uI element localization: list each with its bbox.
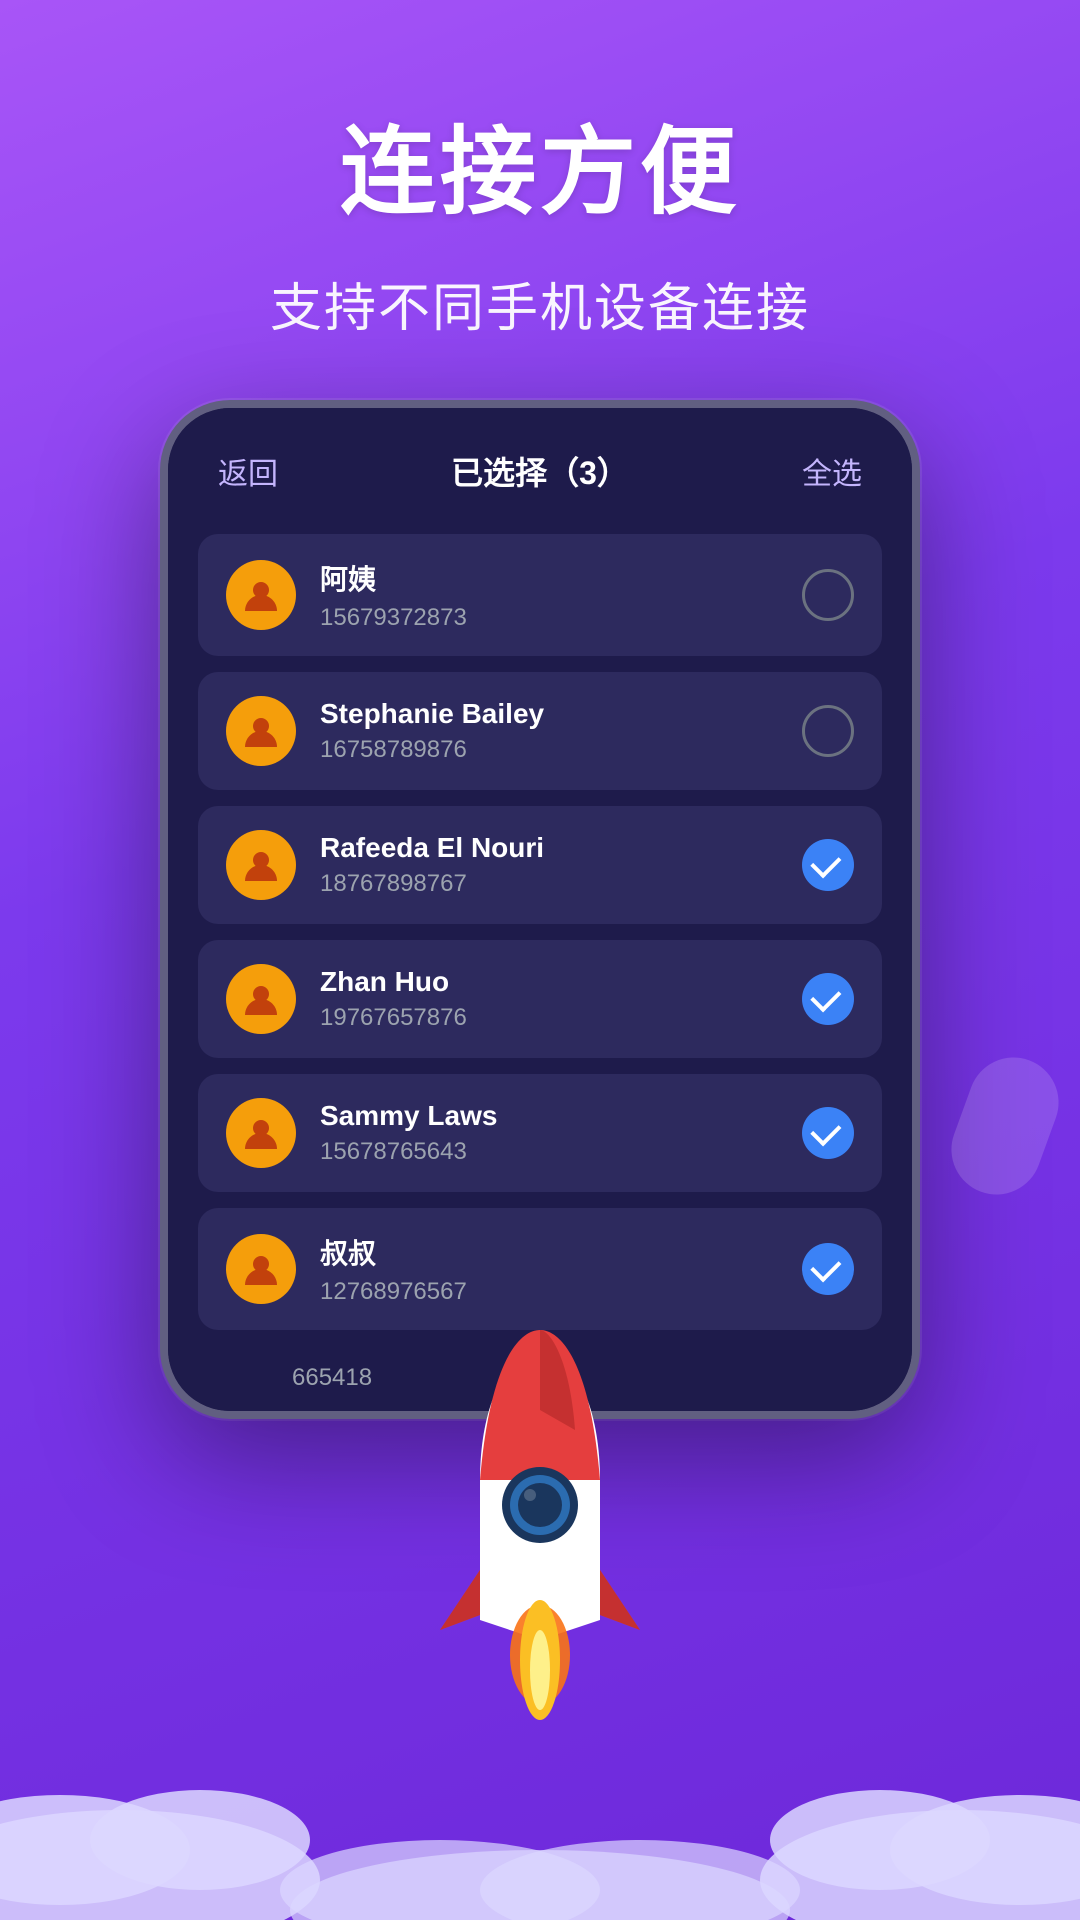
checkbox-unchecked[interactable] [802, 569, 854, 621]
contact-info: Sammy Laws 15678765643 [320, 1100, 778, 1166]
checkbox-checked[interactable] [802, 839, 854, 891]
contact-phone: 19767657876 [320, 1004, 778, 1032]
contact-item[interactable]: Zhan Huo 19767657876 [198, 940, 882, 1058]
checkbox-unchecked[interactable] [802, 705, 854, 757]
contact-info: 阿姨 15679372873 [320, 558, 778, 632]
checkbox-checked[interactable] [802, 1243, 854, 1295]
contact-phone: 18767898767 [320, 870, 778, 898]
partial-avatar-spacer [198, 1360, 268, 1395]
contact-info: Stephanie Bailey 16758789876 [320, 698, 778, 764]
selected-count-title: 已选择（3） [451, 448, 629, 494]
contact-info: Zhan Huo 19767657876 [320, 966, 778, 1032]
decorative-shape [939, 1045, 1071, 1207]
rocket [430, 1320, 650, 1740]
contact-name: 叔叔 [320, 1232, 778, 1272]
avatar [226, 1098, 296, 1168]
contact-list: 阿姨 15679372873 Stephanie Bailey 16758789… [168, 514, 912, 1360]
contact-name: Zhan Huo [320, 966, 778, 998]
avatar [226, 964, 296, 1034]
contact-name: Rafeeda El Nouri [320, 832, 778, 864]
select-all-button[interactable]: 全选 [802, 449, 862, 493]
phone-mockup: 返回 已选择（3） 全选 阿姨 15679372873 [160, 400, 920, 1419]
contact-name: 阿姨 [320, 558, 778, 598]
contact-info: Rafeeda El Nouri 18767898767 [320, 832, 778, 898]
avatar [226, 1234, 296, 1304]
avatar [226, 830, 296, 900]
hero-subtitle: 支持不同手机设备连接 [0, 266, 1080, 341]
contact-item[interactable]: Sammy Laws 15678765643 [198, 1074, 882, 1192]
contact-item[interactable]: Rafeeda El Nouri 18767898767 [198, 806, 882, 924]
hero-section: 连接方便 支持不同手机设备连接 [0, 0, 1080, 401]
contact-info: 叔叔 12768976567 [320, 1232, 778, 1306]
contact-phone: 15679372873 [320, 604, 778, 632]
partial-phone-text: 665418 [292, 1364, 372, 1392]
avatar [226, 696, 296, 766]
phone-header: 返回 已选择（3） 全选 [168, 408, 912, 514]
contact-name: Stephanie Bailey [320, 698, 778, 730]
avatar [226, 560, 296, 630]
checkbox-checked[interactable] [802, 1107, 854, 1159]
contact-phone: 16758789876 [320, 736, 778, 764]
contact-item[interactable]: 阿姨 15679372873 [198, 534, 882, 656]
contact-name: Sammy Laws [320, 1100, 778, 1132]
hero-title: 连接方便 [0, 120, 1080, 226]
contact-item[interactable]: 叔叔 12768976567 [198, 1208, 882, 1330]
contact-phone: 15678765643 [320, 1138, 778, 1166]
phone-frame: 返回 已选择（3） 全选 阿姨 15679372873 [160, 400, 920, 1419]
checkbox-checked[interactable] [802, 973, 854, 1025]
contact-phone: 12768976567 [320, 1278, 778, 1306]
contact-item[interactable]: Stephanie Bailey 16758789876 [198, 672, 882, 790]
back-button[interactable]: 返回 [218, 449, 278, 493]
